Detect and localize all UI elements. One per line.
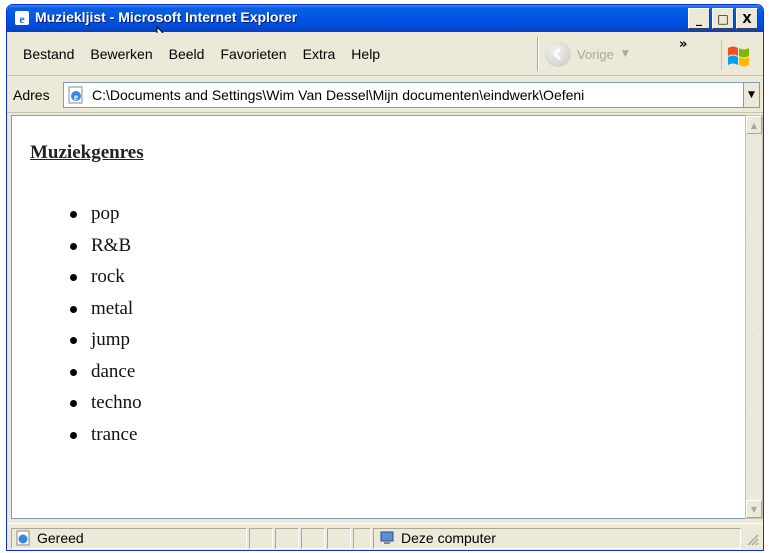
page-icon: e [68, 86, 83, 104]
zone-text: Deze computer [401, 530, 496, 546]
list-item: techno [67, 387, 142, 419]
back-arrow-icon [545, 41, 571, 67]
svg-text:e: e [19, 12, 25, 26]
menu-beeld[interactable]: Beeld [161, 46, 213, 62]
browser-window: e Muziekljist - Microsoft Internet Explo… [6, 4, 764, 551]
scroll-up-button[interactable]: ▲ [746, 116, 762, 134]
menu-bestand[interactable]: Bestand [15, 46, 82, 62]
maximize-button[interactable]: □ [712, 8, 734, 29]
close-button[interactable]: X [736, 8, 758, 29]
minimize-button[interactable]: _ [688, 8, 710, 29]
status-pane [275, 528, 299, 549]
address-bar: Adres e C:\Documents and Settings\Wim Va… [7, 77, 763, 113]
windows-logo-icon [721, 40, 755, 70]
ie-icon: e [15, 11, 29, 26]
address-input[interactable]: e C:\Documents and Settings\Wim Van Dess… [63, 82, 744, 108]
vertical-scrollbar[interactable]: ▲ ▼ [745, 115, 763, 519]
toolbar-more-chevron[interactable]: » [679, 37, 687, 52]
menu-extra[interactable]: Extra [295, 46, 344, 62]
resize-grip-icon[interactable] [745, 532, 759, 546]
status-bar: Gereed Deze computer [7, 523, 763, 550]
list-item: jump [67, 324, 142, 356]
address-label: Adres [13, 87, 50, 103]
back-button[interactable]: Vorige ▼ [545, 39, 629, 69]
page-done-icon [16, 530, 30, 546]
status-pane [249, 528, 273, 549]
list-item: trance [67, 419, 142, 451]
toolbar-separator [537, 37, 539, 71]
status-text: Gereed [37, 530, 84, 546]
list-item: rock [67, 261, 142, 293]
chevron-down-icon[interactable]: ▼ [622, 49, 629, 59]
status-pane [301, 528, 325, 549]
computer-zone-icon [380, 531, 394, 544]
status-pane [327, 528, 351, 549]
list-item: R&B [67, 230, 142, 262]
status-pane [353, 528, 371, 549]
list-item: metal [67, 293, 142, 325]
page-heading: Muziekgenres [30, 142, 144, 163]
menu-bar: Bestand Bewerken Beeld Favorieten Extra … [7, 33, 763, 76]
list-item: dance [67, 356, 142, 388]
svg-text:e: e [74, 92, 78, 102]
list-item: pop [67, 198, 142, 230]
address-dropdown-button[interactable]: ▼ [744, 82, 760, 108]
menu-help[interactable]: Help [343, 46, 388, 62]
title-bar[interactable]: e Muziekljist - Microsoft Internet Explo… [7, 5, 763, 32]
caption-buttons: _ □ X [688, 8, 758, 29]
menu-bewerken[interactable]: Bewerken [82, 46, 160, 62]
window-title: Muziekljist - Microsoft Internet Explore… [35, 9, 298, 25]
back-label: Vorige [577, 46, 614, 62]
address-value: C:\Documents and Settings\Wim Van Dessel… [92, 87, 585, 103]
menu: Bestand Bewerken Beeld Favorieten Extra … [15, 46, 388, 62]
genre-list: pop R&B rock metal jump dance techno tra… [67, 198, 142, 450]
menu-favorieten[interactable]: Favorieten [212, 46, 294, 62]
scroll-down-button[interactable]: ▼ [746, 500, 762, 518]
page-content: Muziekgenres pop R&B rock metal jump dan… [11, 115, 745, 519]
